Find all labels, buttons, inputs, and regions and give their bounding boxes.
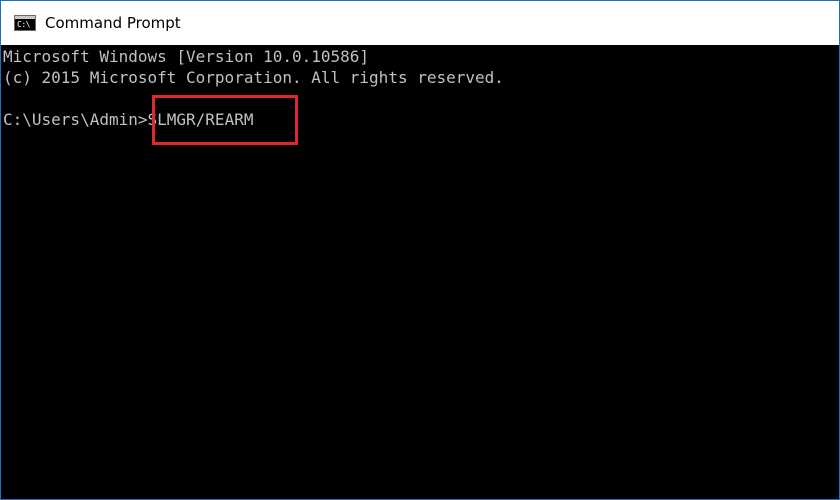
console-line-version: Microsoft Windows [Version 10.0.10586] xyxy=(3,47,370,66)
command-prompt-window: C:\ Command Prompt Microsoft Windows [Ve… xyxy=(0,0,840,500)
command-prompt-icon[interactable]: C:\ xyxy=(14,15,36,31)
console-output-area[interactable]: Microsoft Windows [Version 10.0.10586] (… xyxy=(1,45,839,499)
console-prompt: C:\Users\Admin> xyxy=(3,110,148,129)
console-prompt-line[interactable]: C:\Users\Admin>SLMGR/REARM xyxy=(3,109,253,131)
title-bar[interactable]: C:\ Command Prompt xyxy=(1,1,839,45)
console-command[interactable]: SLMGR/REARM xyxy=(148,110,254,129)
window-title: Command Prompt xyxy=(45,14,181,32)
console-line-copyright: (c) 2015 Microsoft Corporation. All righ… xyxy=(3,68,504,87)
icon-titlebar-strip xyxy=(15,16,35,19)
icon-glyph: C:\ xyxy=(17,20,30,29)
